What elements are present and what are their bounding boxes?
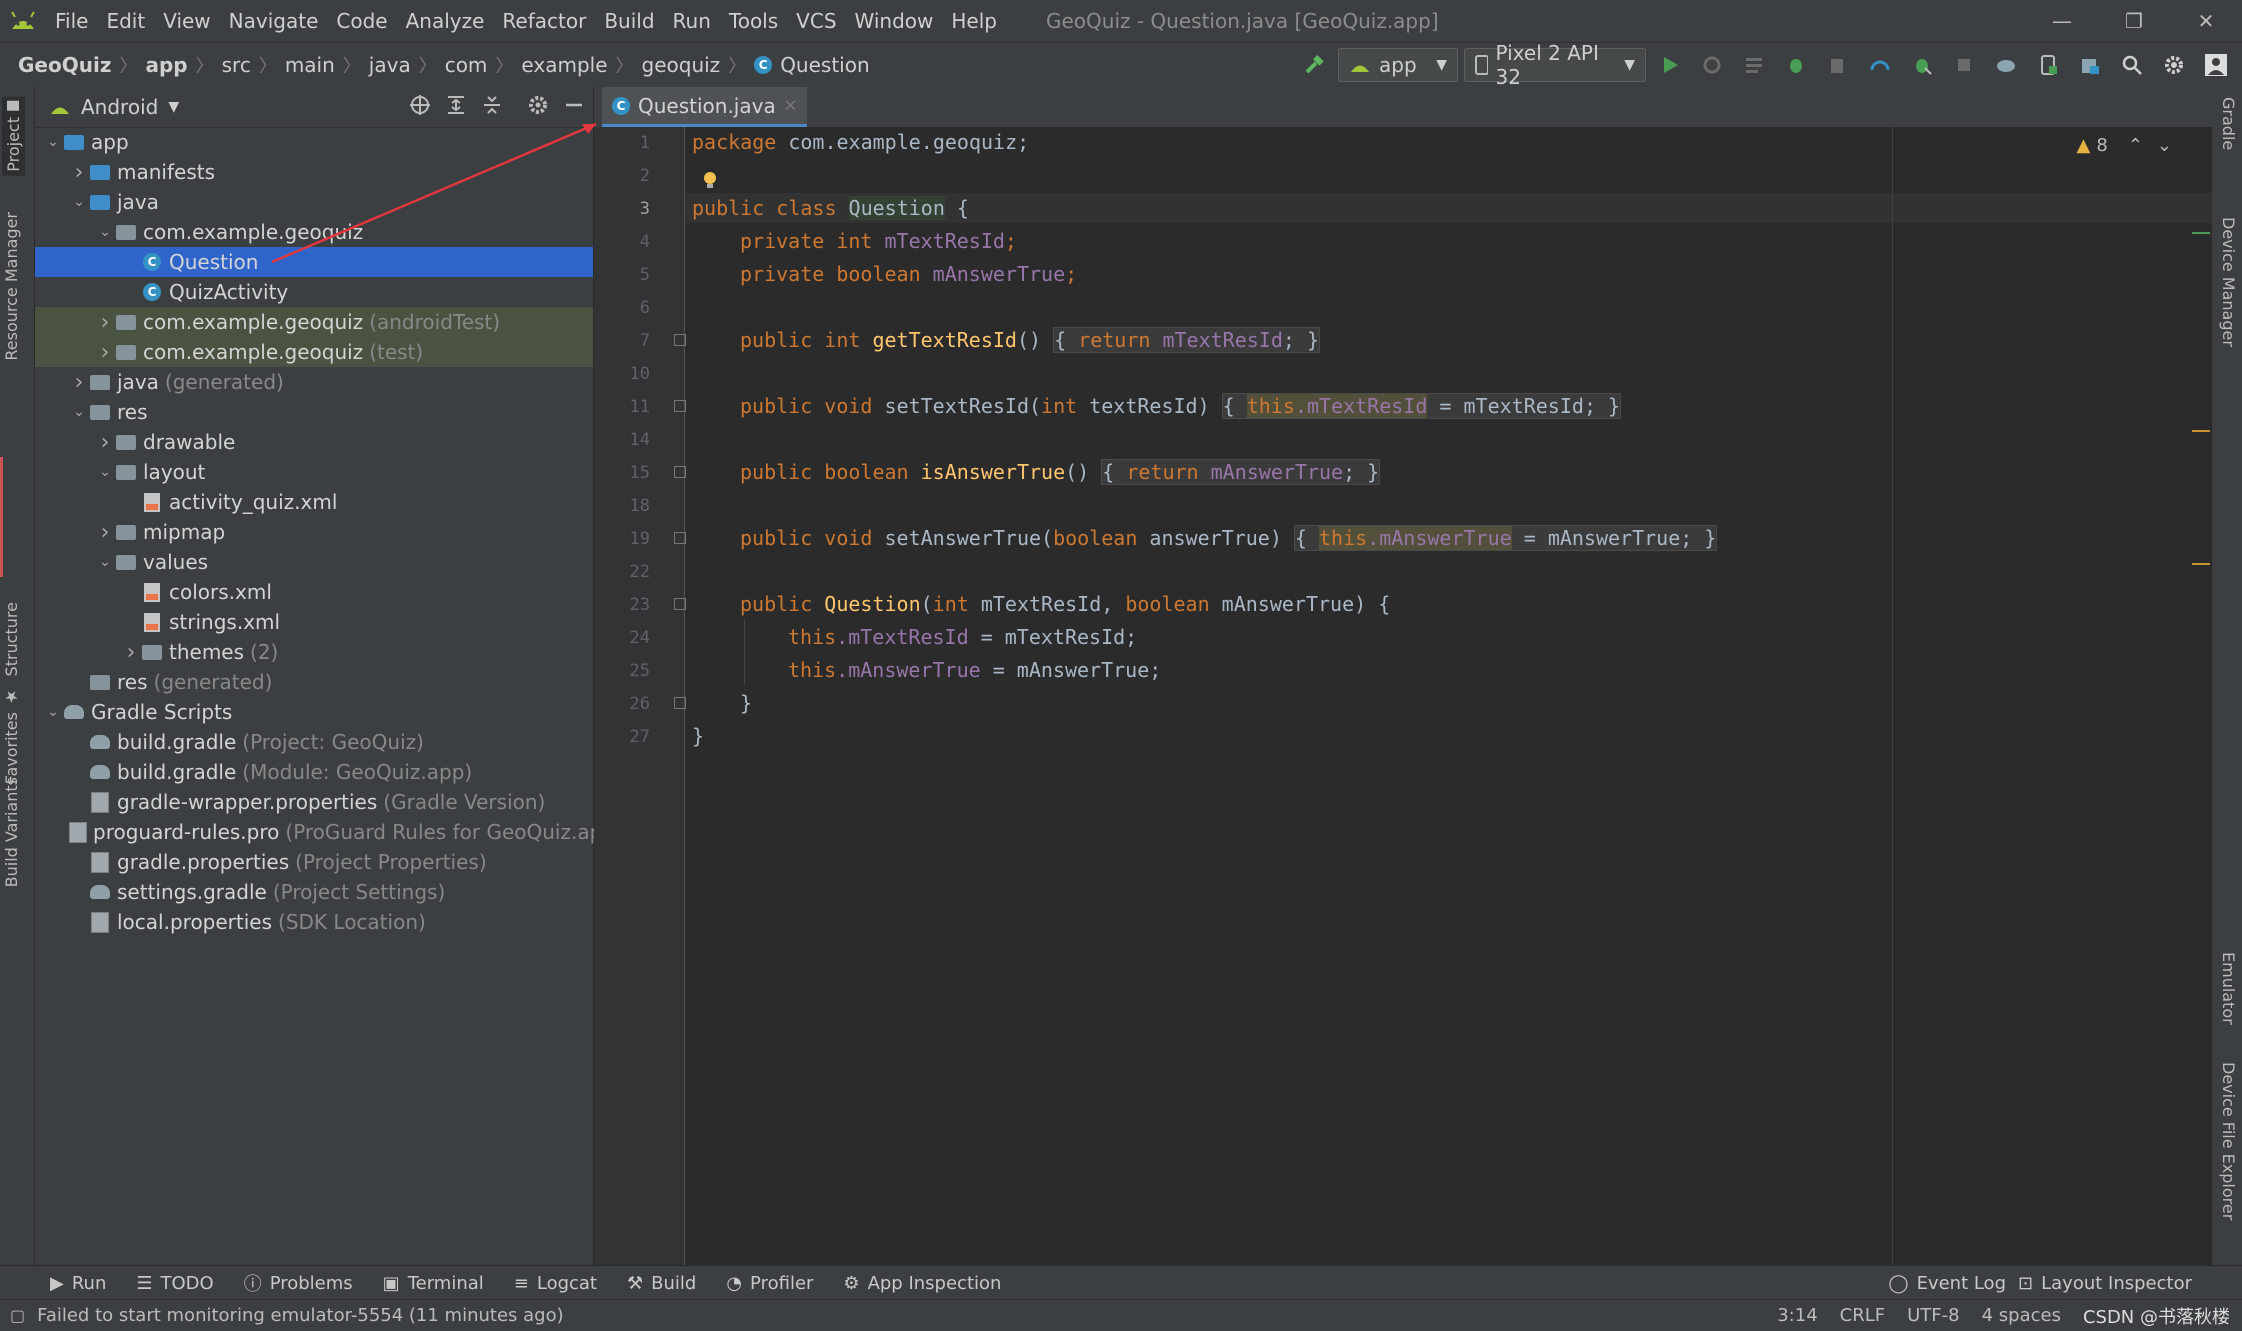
app-inspection-tool-button[interactable]: ⚙ App Inspection [843, 1273, 1001, 1294]
indent-setting[interactable]: 4 spaces [1982, 1305, 2061, 1326]
info-icon: ⓘ [243, 1274, 262, 1295]
event-log-tool-label: Event Log [1916, 1272, 2006, 1294]
bottom-tool-bar: ▶ Run ☰ TODO ⓘ Problems ▣ Terminal ≡ Logcat ⚒… [0, 1265, 2242, 1300]
status-widgets: 3:14 CRLF UTF-8 4 spaces CSDN @书落秋楼 [1777, 1300, 2230, 1331]
logcat-tool-button[interactable]: ≡ Logcat [514, 1273, 597, 1294]
run-tool-button[interactable]: ▶ Run [50, 1273, 106, 1294]
event-log-tool-button[interactable]: ◯ Event Log [1888, 1273, 2006, 1294]
problems-tool-label: Problems [269, 1272, 353, 1294]
todo-tool-label: TODO [160, 1272, 214, 1294]
list-icon: ☰ [136, 1272, 153, 1294]
inspection-icon: ⚙ [843, 1272, 860, 1294]
annotation-arrow [271, 122, 597, 264]
toggle-tool-windows-icon[interactable]: ▢ [10, 1306, 25, 1325]
app-inspection-tool-label: App Inspection [867, 1272, 1002, 1294]
watermark: CSDN @书落秋楼 [2082, 1306, 2230, 1328]
play-icon: ▶ [50, 1272, 64, 1294]
profiler-tool-label: Profiler [750, 1272, 814, 1294]
run-tool-label: Run [71, 1272, 107, 1294]
profiler-tool-button[interactable]: ◔ Profiler [726, 1273, 813, 1294]
build-tool-button[interactable]: ⚒ Build [627, 1273, 696, 1294]
hammer-icon: ⚒ [627, 1272, 644, 1294]
terminal-tool-button[interactable]: ▣ Terminal [383, 1273, 484, 1294]
terminal-tool-label: Terminal [407, 1272, 484, 1294]
build-tool-label: Build [651, 1272, 697, 1294]
layout-inspector-icon: ⊡ [2018, 1272, 2034, 1294]
logcat-icon: ≡ [513, 1272, 529, 1294]
file-encoding[interactable]: UTF-8 [1907, 1305, 1959, 1326]
layout-inspector-tool-label: Layout Inspector [2041, 1272, 2192, 1294]
line-separator[interactable]: CRLF [1840, 1305, 1885, 1326]
caret-position[interactable]: 3:14 [1777, 1305, 1817, 1326]
layout-inspector-tool-button[interactable]: ⊡ Layout Inspector [2018, 1273, 2192, 1294]
problems-tool-button[interactable]: ⓘ Problems [244, 1270, 353, 1296]
todo-tool-button[interactable]: ☰ TODO [136, 1273, 213, 1294]
status-message[interactable]: Failed to start monitoring emulator-5554… [37, 1305, 564, 1326]
status-bar: ▢ Failed to start monitoring emulator-55… [0, 1299, 2242, 1331]
terminal-icon: ▣ [382, 1272, 400, 1294]
event-log-icon: ◯ [1888, 1272, 1909, 1294]
gauge-icon: ◔ [726, 1272, 743, 1294]
logcat-tool-label: Logcat [536, 1272, 597, 1294]
